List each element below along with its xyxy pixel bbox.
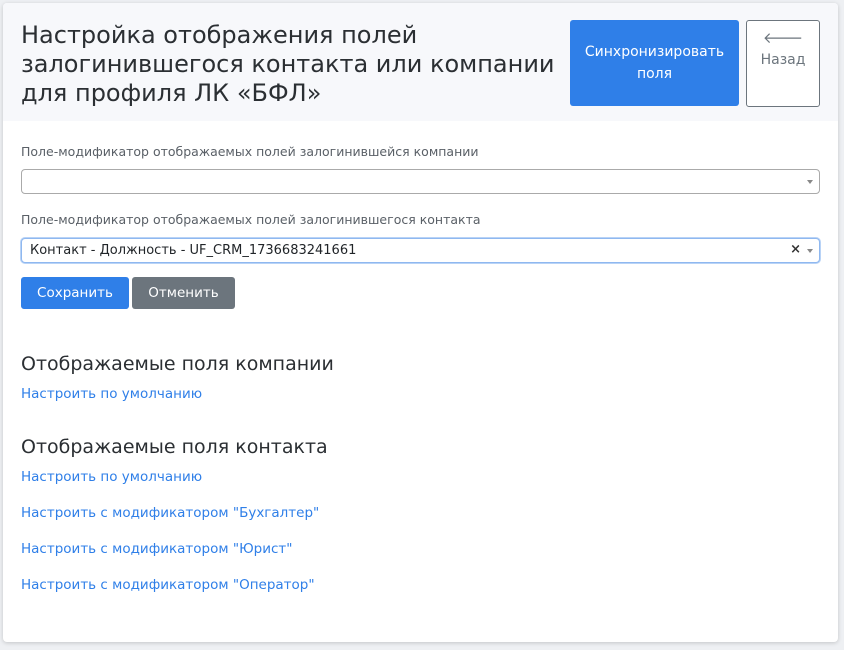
company-fields-title: Отображаемые поля компании: [21, 353, 334, 375]
contact-operator-settings-link[interactable]: Настроить с модификатором "Оператор": [21, 577, 315, 593]
contact-fields-title: Отображаемые поля контакта: [21, 436, 328, 458]
company-default-settings-link[interactable]: Настроить по умолчанию: [21, 386, 202, 402]
settings-card: Настройка отображения полей залогинившег…: [3, 3, 838, 642]
clear-selection-icon[interactable]: ×: [790, 242, 801, 257]
contact-modifier-label: Поле-модификатор отображаемых полей зало…: [21, 212, 481, 227]
save-button[interactable]: Сохранить: [21, 277, 129, 309]
company-modifier-label: Поле-модификатор отображаемых полей зало…: [21, 144, 479, 159]
chevron-down-icon: [807, 249, 813, 253]
contact-default-settings-link[interactable]: Настроить по умолчанию: [21, 469, 202, 485]
sync-fields-button[interactable]: Синхронизировать поля: [570, 20, 739, 106]
contact-modifier-value: Контакт - Должность - UF_CRM_17366832416…: [30, 243, 357, 258]
page-title: Настройка отображения полей залогинившег…: [21, 21, 555, 107]
page-background: Настройка отображения полей залогинившег…: [0, 0, 844, 650]
card-header: Настройка отображения полей залогинившег…: [3, 3, 838, 121]
back-button-label: Назад: [760, 52, 806, 68]
contact-accountant-settings-link[interactable]: Настроить с модификатором "Бухгалтер": [21, 505, 319, 521]
contact-lawyer-settings-link[interactable]: Настроить с модификатором "Юрист": [21, 541, 292, 557]
company-modifier-select[interactable]: [21, 169, 820, 194]
sync-fields-button-label: Синхронизировать поля: [584, 44, 725, 82]
contact-modifier-select[interactable]: Контакт - Должность - UF_CRM_17366832416…: [21, 238, 820, 263]
arrow-left-icon: 🡐: [762, 29, 804, 47]
back-button[interactable]: 🡐 Назад: [746, 20, 820, 107]
chevron-down-icon: [807, 180, 813, 184]
cancel-button[interactable]: Отменить: [132, 277, 235, 309]
